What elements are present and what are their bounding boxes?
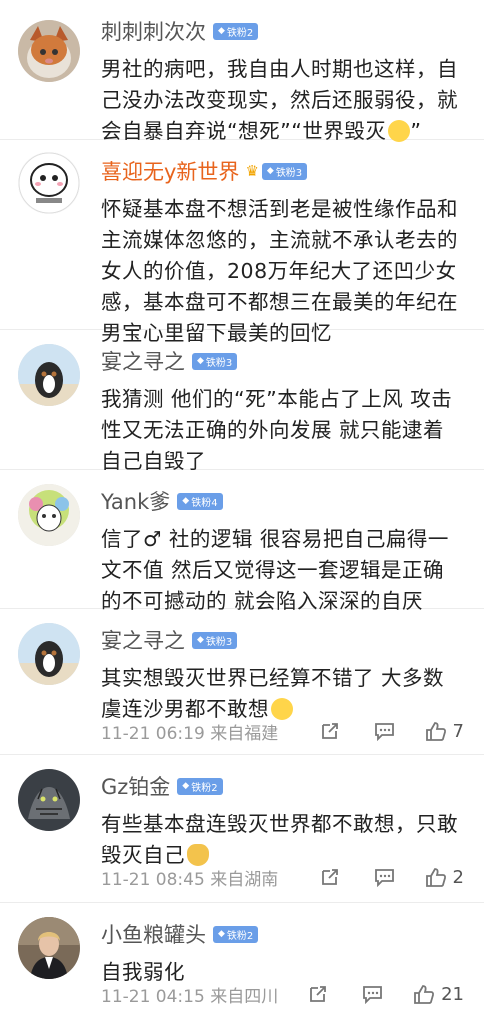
username[interactable]: 喜迎无y新世界 <box>101 156 239 186</box>
comment-time: 11-21 04:15 <box>101 986 205 1007</box>
comment-item: 宴之寻之 ◆ 铁粉3 其实想毁灭世界已经算不错了 大多数虞连沙男都不敢想 11-2… <box>0 609 484 755</box>
share-icon <box>310 986 326 1002</box>
comment-time: 11-21 06:19 <box>101 723 205 744</box>
fan-badge: ◆ 铁粉3 <box>192 352 238 370</box>
comment-item: 刺刺刺次次 ◆ 铁粉2 男社的病吧，我自由人时期也这样，自己没办法改变现实，然后还… <box>0 0 484 143</box>
username[interactable]: Gz铂金 <box>101 771 170 801</box>
comment-location: 来自福建 <box>210 723 279 744</box>
comment-time: 11-21 08:45 <box>101 869 205 890</box>
comment-item: 宴之寻之 ◆ 铁粉3 我猜测 他们的“死”本能占了上风 攻击性又无法正确的外向发展… <box>0 330 484 473</box>
username[interactable]: 刺刺刺次次 <box>101 16 206 46</box>
avatar[interactable] <box>18 152 80 214</box>
laugh-cry-emoji-icon <box>388 120 411 142</box>
comment-item: Yank爹 ◆ 铁粉4 信了♂ 社的逻辑 很容易把自己扁得一文不值 然后又觉得这一… <box>0 470 484 613</box>
comment-location: 来自四川 <box>210 986 279 1007</box>
like-button[interactable]: 7 <box>425 721 464 742</box>
avatar[interactable] <box>18 623 80 685</box>
fan-badge: ◆ 铁粉2 <box>213 22 259 40</box>
like-button[interactable]: 2 <box>425 867 464 888</box>
avatar[interactable] <box>18 917 80 979</box>
like-count: 2 <box>452 866 464 888</box>
comment-footer: 11-21 04:15 来自四川 21 <box>101 979 464 1009</box>
share-button[interactable] <box>320 867 340 887</box>
comment-item: Gz铂金 ◆ 铁粉2 有些基本盘连毁灭世界都不敢想，只敢毁灭自己 11-21 08… <box>0 755 484 903</box>
fan-badge: ◆ 铁粉2 <box>213 925 259 943</box>
comment-feed: 刺刺刺次次 ◆ 铁粉2 男社的病吧，我自由人时期也这样，自己没办法改变现实，然后还… <box>0 0 484 1034</box>
comment-text: 男社的病吧，我自由人时期也这样，自己没办法改变现实，然后还服弱役，就会自暴自弃说… <box>101 57 458 143</box>
avatar[interactable] <box>18 484 80 546</box>
thumb-up-icon <box>425 721 446 741</box>
comment-text: 信了♂ 社的逻辑 很容易把自己扁得一文不值 然后又觉得这一套逻辑是正确的不可撼动… <box>101 527 449 613</box>
share-button[interactable] <box>308 984 328 1004</box>
thumb-up-icon <box>414 984 435 1004</box>
comment-item: 小鱼粮罐头 ◆ 铁粉2 自我弱化 11-21 04:15 来自四川 21 <box>0 903 484 1034</box>
fan-badge: ◆ 铁粉3 <box>192 631 238 649</box>
comment-text: 怀疑基本盘不想活到老是被性缘作品和主流媒体忽悠的，主流就不承认老去的女人的价值，… <box>101 197 458 345</box>
avatar[interactable] <box>18 344 80 406</box>
comment-item: 喜迎无y新世界 ♛ ◆ 铁粉3 怀疑基本盘不想活到老是被性缘作品和主流媒体忽悠的，… <box>0 140 484 345</box>
comment-footer: 11-21 06:19 来自福建 7 <box>101 716 464 746</box>
reply-button[interactable] <box>374 721 395 741</box>
username[interactable]: 宴之寻之 <box>101 346 185 376</box>
username[interactable]: 宴之寻之 <box>101 625 185 655</box>
share-icon <box>321 723 338 739</box>
username[interactable]: 小鱼粮罐头 <box>101 919 206 949</box>
fan-badge: ◆ 铁粉3 <box>261 162 308 180</box>
fan-badge: ◆ 铁粉4 <box>177 492 223 510</box>
avatar[interactable] <box>18 769 80 831</box>
reply-button[interactable] <box>374 867 395 887</box>
share-button[interactable] <box>320 721 340 741</box>
comment-icon <box>374 869 394 887</box>
like-count: 7 <box>452 720 464 742</box>
avatar[interactable] <box>18 20 80 82</box>
comment-text: 我猜测 他们的“死”本能占了上风 攻击性又无法正确的外向发展 就只能逮着自己自毁… <box>101 387 453 473</box>
fan-badge: ◆ 铁粉2 <box>177 777 223 795</box>
thumb-up-icon <box>425 867 446 887</box>
like-count: 21 <box>441 983 464 1005</box>
comment-icon <box>363 986 382 1004</box>
reply-button[interactable] <box>362 984 383 1004</box>
like-button[interactable]: 21 <box>413 984 464 1005</box>
comment-icon <box>374 723 394 741</box>
comment-footer: 11-21 08:45 来自湖南 2 <box>101 862 464 892</box>
username[interactable]: Yank爹 <box>101 486 170 516</box>
crown-icon: ♛ <box>245 162 259 180</box>
comment-location: 来自湖南 <box>210 869 279 890</box>
share-icon <box>321 869 338 885</box>
